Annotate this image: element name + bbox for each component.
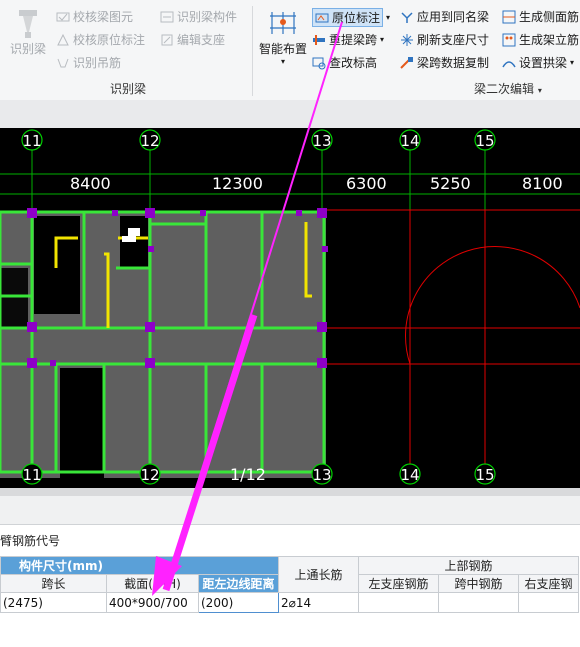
re-extract-span-label: 重提梁跨: [329, 33, 378, 47]
check-beam-icon: [56, 10, 70, 24]
check-in-situ-annotation-button[interactable]: 校核原位标注: [56, 31, 145, 48]
axis-label-top: 12: [140, 132, 159, 150]
edit-support-label: 编辑支座: [177, 33, 226, 47]
dimension-label: 8100: [522, 174, 563, 193]
dimension-label: 8400: [70, 174, 111, 193]
drawing-svg[interactable]: 8400 12300 6300 5250 8100 11 12 13 14 15…: [0, 128, 580, 488]
header-span-length: 跨长: [0, 574, 107, 593]
header-dist-left-edge: 距左边线距离: [198, 574, 279, 593]
side-bar-icon: [502, 10, 516, 24]
identify-beam-icon: [19, 10, 37, 38]
beam-span-table: 构件尺寸(mm) 上通长筋 上部钢筋 跨长 截面(B*H) 距左边线距离 左支座…: [0, 556, 579, 613]
dimension-label: 5250: [430, 174, 471, 193]
cell-dist-left-edge[interactable]: (200): [198, 592, 279, 613]
ribbon-toolbar: 识别梁 校核梁图元 识别梁构件 校核原位标注 编辑支座 识别吊筋 识别梁 智能布…: [0, 0, 580, 101]
chevron-down-icon: ▾: [570, 58, 575, 67]
copy-icon: [400, 56, 414, 70]
check-beam-elements-label: 校核梁图元: [73, 10, 134, 24]
generate-side-bar-label: 生成侧面筋: [519, 10, 580, 24]
axis-label-bottom: 15: [475, 466, 494, 484]
axis-label-top: 13: [312, 132, 331, 150]
erection-bar-icon: [502, 33, 516, 47]
set-arch-beam-button[interactable]: 设置拱梁 ▾: [502, 54, 574, 71]
refresh-support-size-label: 刷新支座尺寸: [417, 33, 490, 47]
smart-layout-icon: [270, 12, 296, 34]
in-situ-annotation-highlight: 原位标注: [312, 8, 384, 27]
identify-component-icon: [160, 10, 174, 24]
group-header-size: 构件尺寸(mm): [0, 556, 279, 575]
dimension-label: 12300: [212, 174, 263, 193]
span-data-copy-label: 梁跨数据复制: [417, 56, 490, 70]
cell-right-support[interactable]: [518, 592, 579, 613]
arch-beam-icon: [502, 56, 516, 70]
axis-label-bottom: 11: [22, 466, 41, 484]
annotation-icon: [315, 11, 329, 25]
re-extract-span-icon: [312, 33, 326, 47]
secondary-edit-group-label: 梁二次编辑 ▾: [474, 80, 542, 97]
header-left-support: 左支座钢筋: [358, 574, 439, 593]
apply-to-same-name-button[interactable]: 应用到同名梁: [400, 8, 489, 25]
elevation-icon: [312, 56, 326, 70]
axis-label-bottom: 12: [140, 466, 159, 484]
identify-beam-component-button[interactable]: 识别梁构件: [160, 8, 237, 25]
set-arch-beam-label: 设置拱梁: [519, 56, 568, 70]
axis-label-bottom: 13: [312, 466, 331, 484]
cell-section[interactable]: 400*900/700: [106, 592, 199, 613]
in-situ-annotation-label: 原位标注: [332, 11, 381, 25]
header-section: 截面(B*H): [106, 574, 199, 593]
group-header-top-rebar: 上部钢筋: [358, 556, 579, 575]
dimension-label: 6300: [346, 174, 387, 193]
chevron-down-icon: ▾: [386, 13, 391, 22]
canvas-scrollbar[interactable]: [0, 488, 580, 496]
cell-left-support[interactable]: [358, 592, 439, 613]
axis-label-bottom: 14: [400, 466, 419, 484]
generate-side-bar-button[interactable]: 生成侧面筋: [502, 8, 579, 25]
chevron-down-icon: ▾: [380, 35, 385, 44]
axis-label-top: 14: [400, 132, 419, 150]
smart-layout-label: 智能布置: [258, 42, 307, 56]
identify-beam-group-label: 识别梁: [110, 82, 147, 96]
cad-canvas[interactable]: 8400 12300 6300 5250 8100 11 12 13 14 15…: [0, 128, 580, 488]
chevron-down-icon: ▾: [280, 57, 285, 66]
check-annotation-icon: [56, 33, 70, 47]
panel-toolbar: [0, 496, 580, 525]
edit-support-icon: [160, 33, 174, 47]
edit-support-button[interactable]: 编辑支座: [160, 31, 225, 48]
refresh-icon: [400, 33, 414, 47]
identify-hanger-bar-button[interactable]: 识别吊筋: [56, 54, 121, 71]
in-situ-annotation-button[interactable]: 原位标注 ▾: [312, 8, 390, 27]
cell-top-through-bar[interactable]: 2⌀14: [278, 592, 359, 613]
check-elevation-label: 查改标高: [329, 56, 378, 70]
refresh-support-size-button[interactable]: 刷新支座尺寸: [400, 31, 489, 48]
identify-hanger-bar-label: 识别吊筋: [73, 56, 122, 70]
hanger-bar-icon: [56, 56, 70, 70]
header-mid-span: 跨中钢筋: [438, 574, 519, 593]
rebar-code-label: 臂钢筋代号: [0, 534, 61, 548]
axis-label-top: 11: [22, 132, 41, 150]
smart-layout-button[interactable]: 智能布置 ▾: [258, 8, 308, 66]
toolbar-strip: [0, 100, 580, 129]
ribbon-separator: [252, 6, 253, 96]
identify-beam-label: 识别梁: [9, 42, 46, 56]
cell-mid-span[interactable]: [438, 592, 519, 613]
identify-beam-button[interactable]: 识别梁: [6, 8, 50, 57]
check-beam-elements-button[interactable]: 校核梁图元: [56, 8, 133, 25]
identify-beam-component-label: 识别梁构件: [177, 10, 238, 24]
chevron-down-icon: ▾: [537, 86, 542, 95]
scale-label: 1/12: [230, 465, 266, 484]
generate-erection-bar-label: 生成架立筋: [519, 33, 580, 47]
header-top-through-bar: 上通长筋: [278, 556, 359, 593]
apply-same-icon: [400, 10, 414, 24]
secondary-edit-group-text: 梁二次编辑: [474, 82, 535, 96]
check-elevation-button[interactable]: 查改标高: [312, 54, 377, 71]
cell-span-length[interactable]: (2475): [0, 592, 107, 613]
re-extract-span-button[interactable]: 重提梁跨 ▾: [312, 31, 384, 48]
axis-label-top: 15: [475, 132, 494, 150]
header-right-support: 右支座钢: [518, 574, 579, 593]
check-in-situ-annotation-label: 校核原位标注: [73, 33, 146, 47]
generate-erection-bar-button[interactable]: 生成架立筋: [502, 31, 579, 48]
span-data-copy-button[interactable]: 梁跨数据复制: [400, 54, 489, 71]
apply-to-same-name-label: 应用到同名梁: [417, 10, 490, 24]
